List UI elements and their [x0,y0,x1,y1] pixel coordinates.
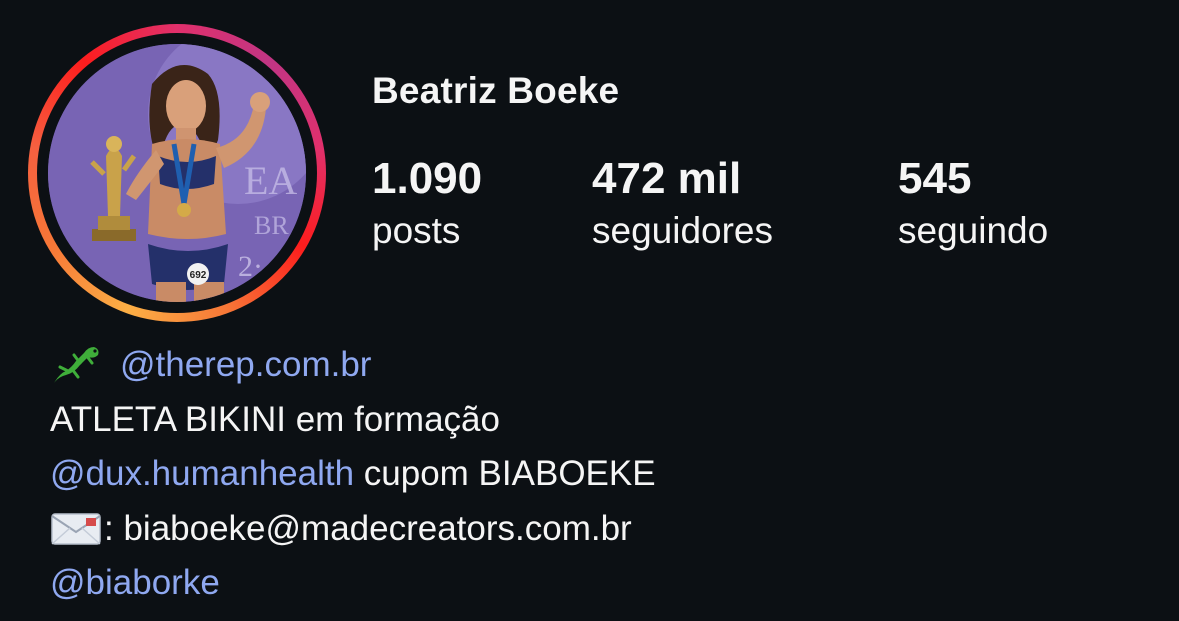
followers-count: 472 mil [592,154,742,203]
posts-label: posts [372,210,461,251]
bio-line-email: : biaboeke@madecreators.com.br [50,502,656,557]
profile-bio: @therep.com.br ATLETA BIKINI em formação… [50,338,656,611]
dux-humanhealth-link[interactable]: @dux.humanhealth [50,447,354,502]
profile-avatar-story-ring[interactable]: EA BR 2· 692 [28,24,326,322]
avatar-badge-number: 692 [190,270,207,281]
stat-posts[interactable]: 1.090 posts [372,152,482,256]
posts-count: 1.090 [372,154,483,203]
lizard-icon [54,347,99,384]
email-text[interactable]: : biaboeke@madecreators.com.br [104,502,632,557]
bio-line-therep: @therep.com.br [50,338,656,393]
svg-text:BR: BR [254,211,289,240]
following-label: seguindo [898,210,1049,251]
stat-following[interactable]: 545 seguindo [898,152,1048,256]
profile-username: Beatriz Boeke [372,70,620,111]
envelope-icon [51,513,101,545]
bio-line-athlete: ATLETA BIKINI em formação [50,393,656,448]
therep-link[interactable]: @therep.com.br [120,338,371,393]
avatar-photo-illustration: EA BR 2· 692 [48,44,306,302]
stat-followers[interactable]: 472 mil seguidores [592,152,773,256]
avatar[interactable]: EA BR 2· 692 [48,44,306,302]
bio-athlete-text: ATLETA BIKINI em formação [50,399,500,439]
bio-line-coupon: @dux.humanhealth cupom BIABOEKE [50,447,656,502]
biaborke-link[interactable]: @biaborke [50,556,220,611]
followers-label: seguidores [592,210,774,251]
coupon-text: cupom BIABOEKE [354,454,656,493]
following-count: 545 [898,154,972,203]
svg-text:EA: EA [244,158,297,203]
bio-line-biaborke: @biaborke [50,556,656,611]
